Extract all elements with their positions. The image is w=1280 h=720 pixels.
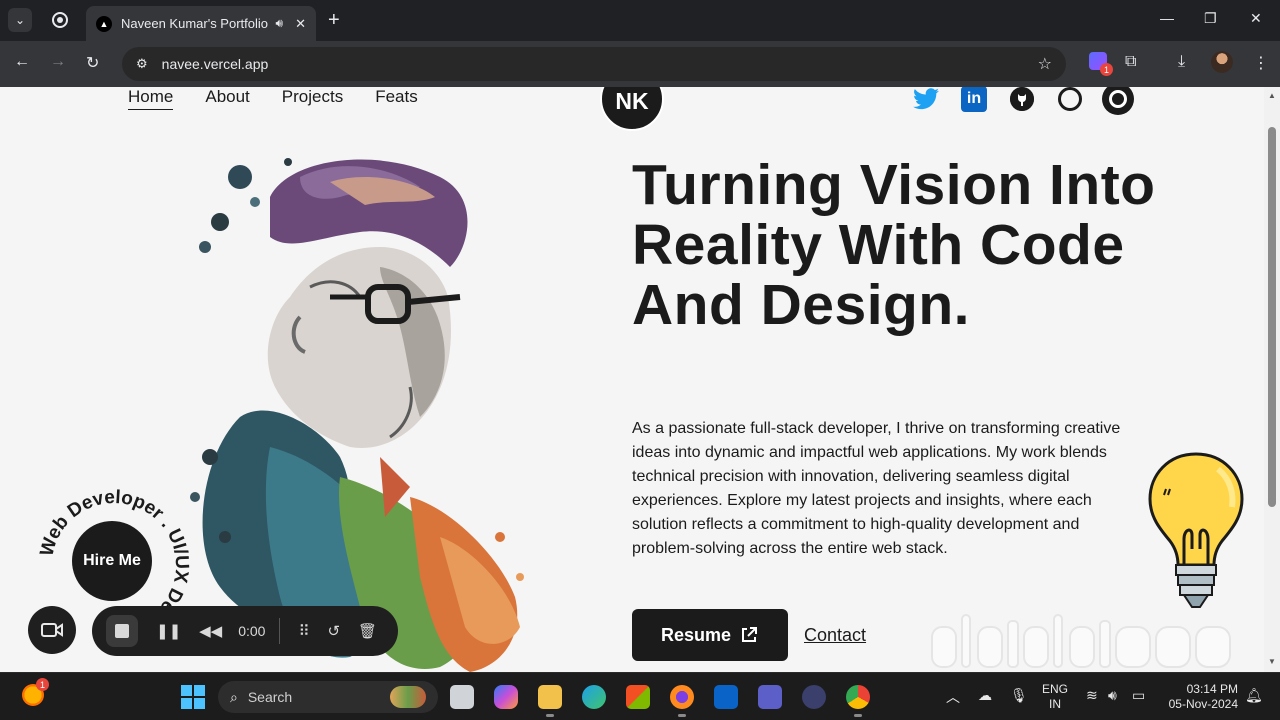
microsoft-store-icon[interactable]: [626, 685, 650, 709]
windows-start-icon[interactable]: [181, 685, 205, 709]
contact-link[interactable]: Contact: [804, 625, 866, 646]
weather-badge: 1: [36, 678, 49, 691]
camera-toggle-button[interactable]: [28, 606, 76, 654]
nk-logo[interactable]: NK: [600, 87, 664, 131]
video-camera-icon: [41, 623, 63, 637]
social-links: in: [910, 87, 1134, 115]
watermark-graphic: [931, 614, 1231, 668]
address-bar[interactable]: ⚙ navee.vercel.app ☆: [122, 47, 1066, 81]
download-icon[interactable]: ⤓: [1178, 53, 1185, 71]
browser-tab-bar: ⌄ ▲ Naveen Kumar's Portfolio 🔊︎ ✕ + — ❐ …: [0, 0, 1280, 41]
whatsapp-icon[interactable]: [1058, 87, 1082, 111]
portfolio-page: Home About Projects Feats NK in Turning …: [0, 87, 1264, 672]
stop-recording-button[interactable]: [106, 615, 138, 647]
grid-icon[interactable]: ⠿: [298, 622, 309, 640]
minimize-window-icon[interactable]: —: [1160, 10, 1174, 26]
battery-icon[interactable]: ▭: [1132, 687, 1145, 704]
language-indicator[interactable]: ENG IN: [1042, 682, 1068, 712]
bookmark-star-icon[interactable]: ☆: [1038, 54, 1052, 74]
main-nav: Home About Projects Feats: [128, 87, 418, 110]
profile-avatar[interactable]: [1211, 51, 1233, 73]
extension-badge-count: 1: [1100, 63, 1113, 76]
watercolor-portrait-image: [190, 158, 524, 672]
microphone-icon[interactable]: 🎙︎: [1010, 687, 1028, 704]
url-text[interactable]: navee.vercel.app: [162, 56, 1038, 72]
windows-taskbar: 1 ⌕ Search ︿ ☁ 🎙︎ ENG IN ≋ 🔊︎ ▭ 03:14 PM…: [0, 672, 1280, 720]
light-bulb-icon: [1148, 452, 1244, 608]
clock-date: 05-Nov-2024: [1168, 697, 1238, 711]
forward-arrow-icon[interactable]: →: [50, 53, 66, 71]
tab-search-button[interactable]: ⌄: [8, 8, 32, 32]
stop-icon: [115, 624, 129, 638]
reload-icon[interactable]: ↻: [86, 53, 99, 73]
new-tab-button[interactable]: +: [328, 8, 340, 32]
weather-widget-icon[interactable]: 1: [22, 678, 49, 706]
rewind-icon[interactable]: ◀◀: [199, 622, 222, 640]
taskbar-search[interactable]: ⌕ Search: [218, 681, 438, 713]
copilot-icon[interactable]: [494, 685, 518, 709]
github-icon[interactable]: [1010, 87, 1034, 111]
tab-favicon-icon: ▲: [96, 15, 112, 32]
twitter-icon[interactable]: [910, 87, 942, 115]
tab-audio-icon[interactable]: 🔊︎: [276, 16, 284, 31]
resume-label: Resume: [660, 624, 732, 645]
system-clock[interactable]: 03:14 PM 05-Nov-2024: [1160, 682, 1238, 712]
resume-button[interactable]: Resume: [632, 609, 788, 661]
close-window-icon[interactable]: ✕: [1250, 10, 1262, 27]
clock-time: 03:14 PM: [1186, 682, 1238, 696]
recording-indicator-icon[interactable]: [52, 12, 68, 28]
browser-tab[interactable]: ▲ Naveen Kumar's Portfolio 🔊︎ ✕: [86, 6, 316, 41]
site-info-icon[interactable]: ⚙: [136, 56, 148, 72]
page-scrollbar[interactable]: ▲ ▼: [1264, 87, 1280, 672]
scrollbar-thumb[interactable]: [1268, 127, 1276, 507]
volume-icon[interactable]: 🔊︎: [1108, 687, 1117, 704]
theme-toggle-sun-icon[interactable]: [1102, 87, 1134, 115]
hero-description: As a passionate full-stack developer, I …: [632, 420, 1121, 557]
wifi-icon[interactable]: ≋: [1086, 687, 1098, 704]
search-icon: ⌕: [230, 688, 238, 705]
chrome-icon[interactable]: [846, 685, 870, 717]
extension-icon[interactable]: 1: [1089, 52, 1113, 76]
restart-icon[interactable]: ↺: [327, 622, 340, 640]
extensions-puzzle-icon[interactable]: ⧉: [1125, 53, 1136, 71]
search-highlight-image: [390, 686, 426, 708]
tab-close-icon[interactable]: ✕: [295, 16, 306, 32]
tab-title: Naveen Kumar's Portfolio: [121, 16, 268, 31]
scroll-down-arrow-icon[interactable]: ▼: [1268, 657, 1276, 666]
hire-me-button[interactable]: Hire Me: [72, 521, 152, 601]
scroll-up-arrow-icon[interactable]: ▲: [1268, 91, 1276, 100]
cloud-sync-icon[interactable]: ☁: [978, 687, 992, 704]
screen-recorder-controls: ❚❚ ◀◀ 0:00 ⠿ ↺ 🗑︎: [92, 606, 398, 656]
outlook-icon[interactable]: [714, 685, 738, 709]
delete-trash-icon[interactable]: 🗑︎: [358, 622, 377, 640]
browser-toolbar: ← → ↻ ⚙ navee.vercel.app ☆ 1 ⧉ ⤓ ⋮: [0, 41, 1280, 87]
search-label: Search: [247, 689, 293, 705]
restore-window-icon[interactable]: ❐: [1204, 10, 1217, 27]
app-icon[interactable]: [802, 685, 826, 709]
recording-timer: 0:00: [238, 623, 266, 639]
nav-projects[interactable]: Projects: [282, 87, 343, 110]
edge-browser-icon[interactable]: [582, 685, 606, 709]
pause-icon[interactable]: ❚❚: [156, 622, 181, 640]
show-hidden-icons-chevron-icon[interactable]: ︿: [946, 687, 960, 707]
firefox-icon[interactable]: [670, 685, 694, 717]
recorder-divider: [279, 618, 281, 644]
external-link-icon: [742, 627, 758, 642]
hero-title: Turning Vision Into Reality With Code An…: [632, 153, 1156, 337]
chrome-menu-icon[interactable]: ⋮: [1253, 53, 1269, 73]
nav-feats[interactable]: Feats: [375, 87, 418, 110]
language-region: IN: [1049, 697, 1061, 711]
teams-icon[interactable]: [758, 685, 782, 709]
linkedin-icon[interactable]: in: [961, 87, 987, 112]
task-view-icon[interactable]: [450, 685, 474, 709]
back-arrow-icon[interactable]: ←: [14, 53, 30, 71]
language-code: ENG: [1042, 682, 1069, 696]
file-explorer-icon[interactable]: [538, 685, 562, 717]
nav-about[interactable]: About: [205, 87, 249, 110]
notification-bell-icon[interactable]: 🔔︎: [1245, 687, 1263, 704]
nav-home[interactable]: Home: [128, 87, 174, 110]
